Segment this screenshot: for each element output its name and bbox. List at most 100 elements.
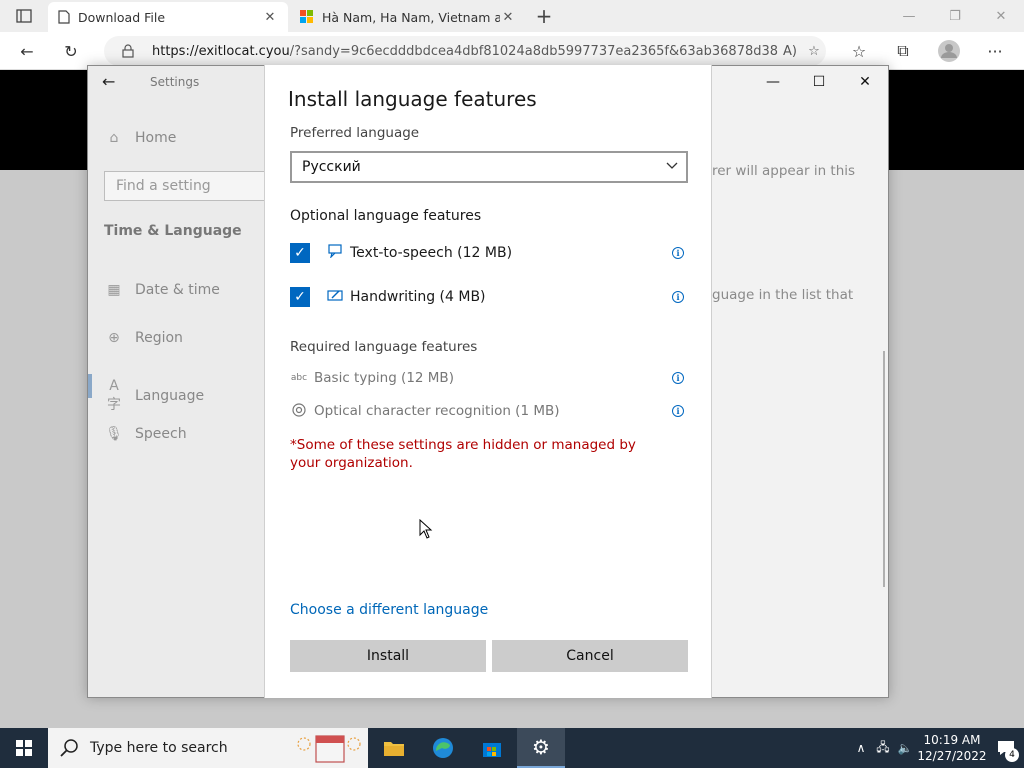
- install-button[interactable]: Install: [290, 640, 486, 672]
- dialog-title: Install language features: [288, 87, 537, 111]
- sidebar-item-speech[interactable]: 🎙 Speech: [104, 426, 186, 442]
- required-feature-basic-typing: abc Basic typing (12 MB) i: [290, 368, 690, 388]
- install-language-dialog: Install language features Preferred lang…: [264, 65, 712, 698]
- calendar-icon: ▦: [107, 282, 121, 298]
- info-icon[interactable]: i: [672, 247, 684, 259]
- choose-different-language-link[interactable]: Choose a different language: [290, 602, 488, 618]
- section-heading: Time & Language: [104, 223, 242, 239]
- cancel-button[interactable]: Cancel: [492, 640, 688, 672]
- chevron-up-icon[interactable]: ∧: [850, 741, 872, 755]
- sidebar-item-region[interactable]: ⊕ Region: [104, 330, 183, 346]
- selected-language: Русский: [302, 159, 361, 175]
- mouse-cursor-icon: [419, 519, 433, 539]
- edge-icon: [433, 738, 453, 758]
- back-icon[interactable]: ←: [14, 39, 40, 63]
- store-app[interactable]: [468, 728, 516, 768]
- sidebar-item-label: Region: [135, 330, 183, 346]
- url-host: https://exitlocat.cyou: [152, 43, 290, 59]
- requirement-label: Basic typing (12 MB): [314, 370, 454, 386]
- tab-title: Download File: [78, 9, 166, 25]
- main-description-text: rer will appear in this: [712, 163, 856, 179]
- speech-bubble-icon: [325, 244, 345, 262]
- edge-app[interactable]: [419, 728, 467, 768]
- required-features-heading: Required language features: [290, 339, 478, 355]
- globe-icon: ⊕: [108, 330, 120, 346]
- language-icon: A字: [107, 378, 121, 413]
- settings-sidebar: ← Settings ⌂ Home Find a setting Time & …: [88, 66, 274, 697]
- optional-feature-handwriting: ✓ Handwriting (4 MB) i: [290, 286, 690, 308]
- minimize-icon[interactable]: —: [886, 0, 932, 32]
- tab-actions-button[interactable]: [8, 6, 40, 26]
- lock-icon[interactable]: [116, 39, 140, 63]
- collections-icon[interactable]: ⧉: [890, 39, 916, 63]
- favorites-icon[interactable]: ☆: [846, 39, 872, 63]
- system-tray: ∧ 🖧 🔈 10:19 AM 12/27/2022 4: [850, 728, 1024, 768]
- address-bar[interactable]: https://exitlocat.cyou/?sandy=9c6ecdddbd…: [104, 36, 826, 66]
- optional-features-heading: Optional language features: [290, 208, 482, 224]
- ocr-camera-icon: [290, 402, 308, 420]
- back-arrow-icon[interactable]: ←: [102, 72, 115, 91]
- sidebar-item-home[interactable]: ⌂ Home: [104, 130, 177, 146]
- tab-actions-icon: [16, 9, 32, 23]
- notifications-button[interactable]: 4: [988, 728, 1024, 768]
- tab-download-file[interactable]: Download File ✕: [48, 2, 288, 32]
- sidebar-item-date-time[interactable]: ▦ Date & time: [104, 282, 220, 298]
- info-icon[interactable]: i: [672, 291, 684, 303]
- close-tab-icon[interactable]: ✕: [262, 9, 278, 25]
- network-icon[interactable]: 🖧: [872, 738, 894, 759]
- url-text[interactable]: https://exitlocat.cyou/?sandy=9c6ecdddbd…: [152, 44, 778, 59]
- info-icon[interactable]: i: [672, 372, 684, 384]
- handwriting-checkbox[interactable]: ✓: [290, 287, 310, 307]
- text-to-speech-checkbox[interactable]: ✓: [290, 243, 310, 263]
- search-icon: [60, 739, 78, 757]
- maximize-icon[interactable]: ☐: [796, 66, 842, 98]
- windows-logo-icon: [16, 740, 32, 756]
- sidebar-item-label: Home: [135, 130, 177, 146]
- requirement-label: Optical character recognition (1 MB): [314, 403, 560, 419]
- info-icon[interactable]: i: [672, 405, 684, 417]
- sidebar-item-language[interactable]: A字 Language: [104, 378, 204, 414]
- preferred-language-select[interactable]: Русский: [290, 151, 688, 183]
- close-icon[interactable]: ✕: [842, 66, 888, 98]
- tab-title: Hà Nam, Ha Nam, Vietnam air qu: [322, 9, 500, 25]
- pen-icon: [325, 288, 345, 306]
- minimize-icon[interactable]: —: [750, 66, 796, 98]
- option-label: Text-to-speech (12 MB): [350, 245, 513, 261]
- search-placeholder: Find a setting: [116, 178, 211, 194]
- close-tab-icon[interactable]: ✕: [500, 9, 516, 25]
- calendar-highlight-icon: [297, 735, 361, 763]
- tab-air-quality[interactable]: Hà Nam, Ha Nam, Vietnam air qu ✕: [290, 2, 526, 32]
- settings-app[interactable]: ⚙: [517, 728, 565, 768]
- profile-avatar[interactable]: [936, 39, 962, 63]
- read-aloud-icon[interactable]: A): [778, 39, 802, 63]
- new-tab-button[interactable]: +: [534, 4, 554, 28]
- settings-title: Settings: [150, 75, 200, 89]
- find-setting-input[interactable]: Find a setting: [104, 171, 274, 201]
- option-label: Handwriting (4 MB): [350, 289, 486, 305]
- date-text: 12/27/2022: [917, 749, 987, 763]
- refresh-icon[interactable]: ↻: [58, 39, 84, 63]
- restore-icon[interactable]: ❐: [932, 0, 978, 32]
- clock[interactable]: 10:19 AM 12/27/2022: [916, 732, 988, 764]
- file-explorer-app[interactable]: [370, 728, 418, 768]
- browser-tab-strip: Download File ✕ Hà Nam, Ha Nam, Vietnam …: [0, 0, 1024, 32]
- chevron-down-icon: [666, 159, 678, 173]
- optional-feature-text-to-speech: ✓ Text-to-speech (12 MB) i: [290, 242, 690, 264]
- required-feature-ocr: Optical character recognition (1 MB) i: [290, 401, 690, 421]
- home-icon: ⌂: [109, 130, 119, 146]
- page-icon: [58, 10, 70, 24]
- sidebar-item-label: Language: [135, 388, 205, 404]
- close-icon[interactable]: ✕: [978, 0, 1024, 32]
- add-favorite-icon[interactable]: ☆: [802, 39, 826, 63]
- browser-window-controls: — ❐ ✕: [886, 0, 1024, 32]
- start-button[interactable]: [0, 728, 48, 768]
- time-text: 10:19 AM: [923, 733, 981, 747]
- sidebar-item-label: Date & time: [135, 282, 220, 298]
- settings-main-area: rer will appear in this guage in the lis…: [712, 66, 888, 697]
- taskbar-search-box[interactable]: Type here to search: [48, 728, 368, 768]
- more-icon[interactable]: ···: [982, 39, 1008, 63]
- preferred-language-label: Preferred language: [290, 125, 420, 141]
- scrollbar[interactable]: [883, 351, 885, 587]
- volume-icon[interactable]: 🔈: [894, 741, 916, 755]
- gear-icon: ⚙: [532, 735, 550, 759]
